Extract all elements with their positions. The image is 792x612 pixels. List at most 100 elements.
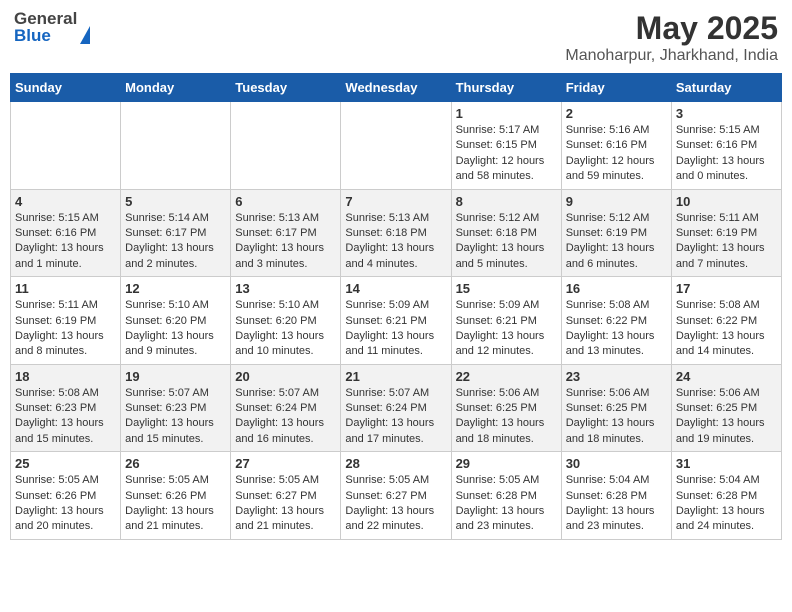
day-info: Sunrise: 5:11 AM Sunset: 6:19 PM Dayligh… (676, 211, 777, 273)
calendar-week-row: 18 Sunrise: 5:08 AM Sunset: 6:23 PM Dayli… (11, 364, 782, 452)
day-number: 16 (566, 281, 667, 296)
calendar-day-header: Saturday (671, 74, 781, 102)
day-info: Sunrise: 5:10 AM Sunset: 6:20 PM Dayligh… (235, 298, 336, 360)
day-number: 14 (345, 281, 446, 296)
day-number: 18 (15, 369, 116, 384)
logo-blue: Blue (14, 27, 77, 44)
calendar-week-row: 11 Sunrise: 5:11 AM Sunset: 6:19 PM Dayli… (11, 277, 782, 365)
day-number: 10 (676, 194, 777, 209)
calendar-day-cell: 1Sunrise: 5:17 AM Sunset: 6:15 PM Daylig… (451, 102, 561, 190)
calendar-day-cell: 21 Sunrise: 5:07 AM Sunset: 6:24 PM Dayli… (341, 364, 451, 452)
day-number: 21 (345, 369, 446, 384)
calendar-day-cell: 12 Sunrise: 5:10 AM Sunset: 6:20 PM Dayli… (121, 277, 231, 365)
day-info: Sunrise: 5:05 AM Sunset: 6:27 PM Dayligh… (235, 473, 336, 535)
day-info: Sunrise: 5:12 AM Sunset: 6:19 PM Dayligh… (566, 211, 667, 273)
calendar-day-cell: 24 Sunrise: 5:06 AM Sunset: 6:25 PM Dayli… (671, 364, 781, 452)
calendar-day-cell: 22 Sunrise: 5:06 AM Sunset: 6:25 PM Dayli… (451, 364, 561, 452)
calendar-day-cell: 16 Sunrise: 5:08 AM Sunset: 6:22 PM Dayli… (561, 277, 671, 365)
calendar-day-cell: 28Sunrise: 5:05 AM Sunset: 6:27 PM Dayli… (341, 452, 451, 540)
calendar-day-cell: 15Sunrise: 5:09 AM Sunset: 6:21 PM Dayli… (451, 277, 561, 365)
day-info: Sunrise: 5:17 AM Sunset: 6:15 PM Dayligh… (456, 123, 557, 185)
day-number: 17 (676, 281, 777, 296)
calendar-day-cell: 5Sunrise: 5:14 AM Sunset: 6:17 PM Daylig… (121, 189, 231, 277)
day-number: 20 (235, 369, 336, 384)
day-info: Sunrise: 5:07 AM Sunset: 6:24 PM Dayligh… (235, 386, 336, 448)
logo-general: General (14, 10, 77, 27)
logo: General Blue (14, 10, 90, 44)
calendar-day-cell: 3 Sunrise: 5:15 AM Sunset: 6:16 PM Daylig… (671, 102, 781, 190)
day-number: 19 (125, 369, 226, 384)
day-info: Sunrise: 5:15 AM Sunset: 6:16 PM Dayligh… (676, 123, 777, 185)
day-number: 27 (235, 456, 336, 471)
calendar-day-header: Thursday (451, 74, 561, 102)
day-number: 31 (676, 456, 777, 471)
title-section: May 2025 Manoharpur, Jharkhand, India (565, 10, 778, 65)
calendar-day-cell (341, 102, 451, 190)
day-info: Sunrise: 5:05 AM Sunset: 6:26 PM Dayligh… (15, 473, 116, 535)
calendar-day-cell: 6 Sunrise: 5:13 AM Sunset: 6:17 PM Daylig… (231, 189, 341, 277)
day-info: Sunrise: 5:05 AM Sunset: 6:28 PM Dayligh… (456, 473, 557, 535)
month-title: May 2025 (565, 10, 778, 47)
day-number: 7 (345, 194, 446, 209)
day-number: 6 (235, 194, 336, 209)
calendar-day-cell: 4Sunrise: 5:15 AM Sunset: 6:16 PM Daylig… (11, 189, 121, 277)
calendar-day-cell: 18 Sunrise: 5:08 AM Sunset: 6:23 PM Dayli… (11, 364, 121, 452)
calendar-day-cell: 30Sunrise: 5:04 AM Sunset: 6:28 PM Dayli… (561, 452, 671, 540)
location-subtitle: Manoharpur, Jharkhand, India (565, 47, 778, 65)
day-info: Sunrise: 5:07 AM Sunset: 6:24 PM Dayligh… (345, 386, 446, 448)
day-number: 29 (456, 456, 557, 471)
calendar-day-cell (11, 102, 121, 190)
day-info: Sunrise: 5:06 AM Sunset: 6:25 PM Dayligh… (456, 386, 557, 448)
calendar-day-cell (231, 102, 341, 190)
day-info: Sunrise: 5:04 AM Sunset: 6:28 PM Dayligh… (566, 473, 667, 535)
day-info: Sunrise: 5:14 AM Sunset: 6:17 PM Dayligh… (125, 211, 226, 273)
calendar-day-cell: 19 Sunrise: 5:07 AM Sunset: 6:23 PM Dayli… (121, 364, 231, 452)
day-info: Sunrise: 5:06 AM Sunset: 6:25 PM Dayligh… (566, 386, 667, 448)
calendar-week-row: 1Sunrise: 5:17 AM Sunset: 6:15 PM Daylig… (11, 102, 782, 190)
calendar-day-cell: 26 Sunrise: 5:05 AM Sunset: 6:26 PM Dayli… (121, 452, 231, 540)
day-number: 22 (456, 369, 557, 384)
day-info: Sunrise: 5:05 AM Sunset: 6:26 PM Dayligh… (125, 473, 226, 535)
calendar-day-cell: 13Sunrise: 5:10 AM Sunset: 6:20 PM Dayli… (231, 277, 341, 365)
calendar-day-cell: 10 Sunrise: 5:11 AM Sunset: 6:19 PM Dayli… (671, 189, 781, 277)
day-number: 11 (15, 281, 116, 296)
day-info: Sunrise: 5:16 AM Sunset: 6:16 PM Dayligh… (566, 123, 667, 185)
day-info: Sunrise: 5:09 AM Sunset: 6:21 PM Dayligh… (345, 298, 446, 360)
calendar-week-row: 25Sunrise: 5:05 AM Sunset: 6:26 PM Dayli… (11, 452, 782, 540)
day-info: Sunrise: 5:08 AM Sunset: 6:23 PM Dayligh… (15, 386, 116, 448)
day-number: 28 (345, 456, 446, 471)
day-info: Sunrise: 5:10 AM Sunset: 6:20 PM Dayligh… (125, 298, 226, 360)
day-info: Sunrise: 5:11 AM Sunset: 6:19 PM Dayligh… (15, 298, 116, 360)
day-info: Sunrise: 5:13 AM Sunset: 6:17 PM Dayligh… (235, 211, 336, 273)
day-info: Sunrise: 5:06 AM Sunset: 6:25 PM Dayligh… (676, 386, 777, 448)
day-info: Sunrise: 5:13 AM Sunset: 6:18 PM Dayligh… (345, 211, 446, 273)
calendar-day-header: Friday (561, 74, 671, 102)
day-info: Sunrise: 5:09 AM Sunset: 6:21 PM Dayligh… (456, 298, 557, 360)
day-info: Sunrise: 5:07 AM Sunset: 6:23 PM Dayligh… (125, 386, 226, 448)
day-number: 3 (676, 106, 777, 121)
day-number: 26 (125, 456, 226, 471)
day-info: Sunrise: 5:04 AM Sunset: 6:28 PM Dayligh… (676, 473, 777, 535)
logo-triangle-icon (80, 26, 90, 44)
calendar-day-cell: 31 Sunrise: 5:04 AM Sunset: 6:28 PM Dayli… (671, 452, 781, 540)
calendar-day-header: Tuesday (231, 74, 341, 102)
calendar-day-cell: 9Sunrise: 5:12 AM Sunset: 6:19 PM Daylig… (561, 189, 671, 277)
calendar-day-header: Monday (121, 74, 231, 102)
calendar-day-cell: 27 Sunrise: 5:05 AM Sunset: 6:27 PM Dayli… (231, 452, 341, 540)
calendar-day-cell: 8Sunrise: 5:12 AM Sunset: 6:18 PM Daylig… (451, 189, 561, 277)
day-number: 12 (125, 281, 226, 296)
day-number: 24 (676, 369, 777, 384)
calendar-day-cell: 7 Sunrise: 5:13 AM Sunset: 6:18 PM Daylig… (341, 189, 451, 277)
calendar-table: SundayMondayTuesdayWednesdayThursdayFrid… (10, 73, 782, 540)
day-number: 4 (15, 194, 116, 209)
calendar-day-cell: 20 Sunrise: 5:07 AM Sunset: 6:24 PM Dayli… (231, 364, 341, 452)
day-number: 2 (566, 106, 667, 121)
calendar-day-header: Wednesday (341, 74, 451, 102)
calendar-week-row: 4Sunrise: 5:15 AM Sunset: 6:16 PM Daylig… (11, 189, 782, 277)
day-info: Sunrise: 5:12 AM Sunset: 6:18 PM Dayligh… (456, 211, 557, 273)
day-info: Sunrise: 5:08 AM Sunset: 6:22 PM Dayligh… (566, 298, 667, 360)
page-header: General Blue May 2025 Manoharpur, Jharkh… (10, 10, 782, 65)
calendar-day-cell: 25Sunrise: 5:05 AM Sunset: 6:26 PM Dayli… (11, 452, 121, 540)
calendar-day-cell: 23 Sunrise: 5:06 AM Sunset: 6:25 PM Dayli… (561, 364, 671, 452)
day-number: 23 (566, 369, 667, 384)
